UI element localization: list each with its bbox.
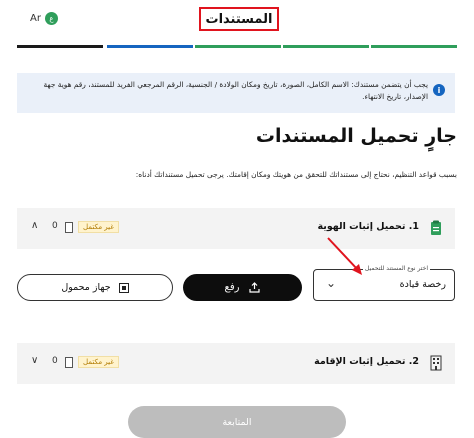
language-switch[interactable]: Ar ع [30, 12, 58, 25]
info-icon: i [433, 84, 445, 96]
document-count: 0 [52, 221, 58, 231]
mobile-device-label: جهاز محمول [61, 282, 111, 293]
page-title-text: المستندات [205, 11, 273, 27]
chevron-down-icon: ⌄ [326, 276, 337, 290]
page-title: المستندات [199, 7, 279, 31]
section-identity[interactable]: 1. تحميل إثبات الهوية غير مكتمل 0 ∧ [17, 208, 455, 249]
document-type-value: رخصة قيادة [399, 279, 446, 290]
upload-icon [249, 282, 261, 293]
status-badge: غير مكتمل [78, 221, 119, 233]
progress-step-1 [17, 45, 103, 48]
qr-code-icon [118, 282, 129, 293]
info-text: يجب أن يتضمن مستندك: الاسم الكامل، الصور… [43, 80, 428, 101]
section-title: 1. تحميل إثبات الهوية [317, 221, 420, 232]
section-title: 2. تحميل إثبات الإقامة [314, 356, 419, 367]
status-badge: غير مكتمل [78, 356, 119, 368]
id-document-icon [431, 220, 441, 235]
info-banner: i يجب أن يتضمن مستندك: الاسم الكامل، الص… [17, 73, 455, 113]
building-icon [430, 355, 442, 371]
main-heading: جارٍ تحميل المستندات [255, 125, 457, 147]
continue-button[interactable]: المتابعة [128, 406, 346, 438]
progress-step-3 [195, 45, 281, 48]
continue-label: المتابعة [222, 416, 252, 428]
progress-step-4 [283, 45, 369, 48]
document-icon [65, 222, 73, 233]
document-count: 0 [52, 356, 58, 366]
annotation-arrow-icon [327, 237, 362, 275]
chevron-down-icon[interactable]: ∨ [31, 355, 38, 366]
document-icon [65, 357, 73, 368]
upload-label: رفع [224, 282, 240, 293]
progress-step-2 [107, 45, 193, 48]
chevron-up-icon[interactable]: ∧ [31, 220, 38, 231]
language-icon: ع [44, 12, 58, 25]
language-label: Ar [30, 13, 41, 24]
progress-step-5 [371, 45, 457, 48]
mobile-device-button[interactable]: جهاز محمول [17, 274, 173, 301]
main-subtext: بسبب قواعد التنظيم، نحتاج إلى مستنداتك ل… [135, 170, 457, 179]
upload-button[interactable]: رفع [183, 274, 302, 301]
document-type-label: اختر نوع المستند للتحميل [363, 265, 430, 272]
section-residence[interactable]: 2. تحميل إثبات الإقامة غير مكتمل 0 ∨ [17, 343, 455, 384]
